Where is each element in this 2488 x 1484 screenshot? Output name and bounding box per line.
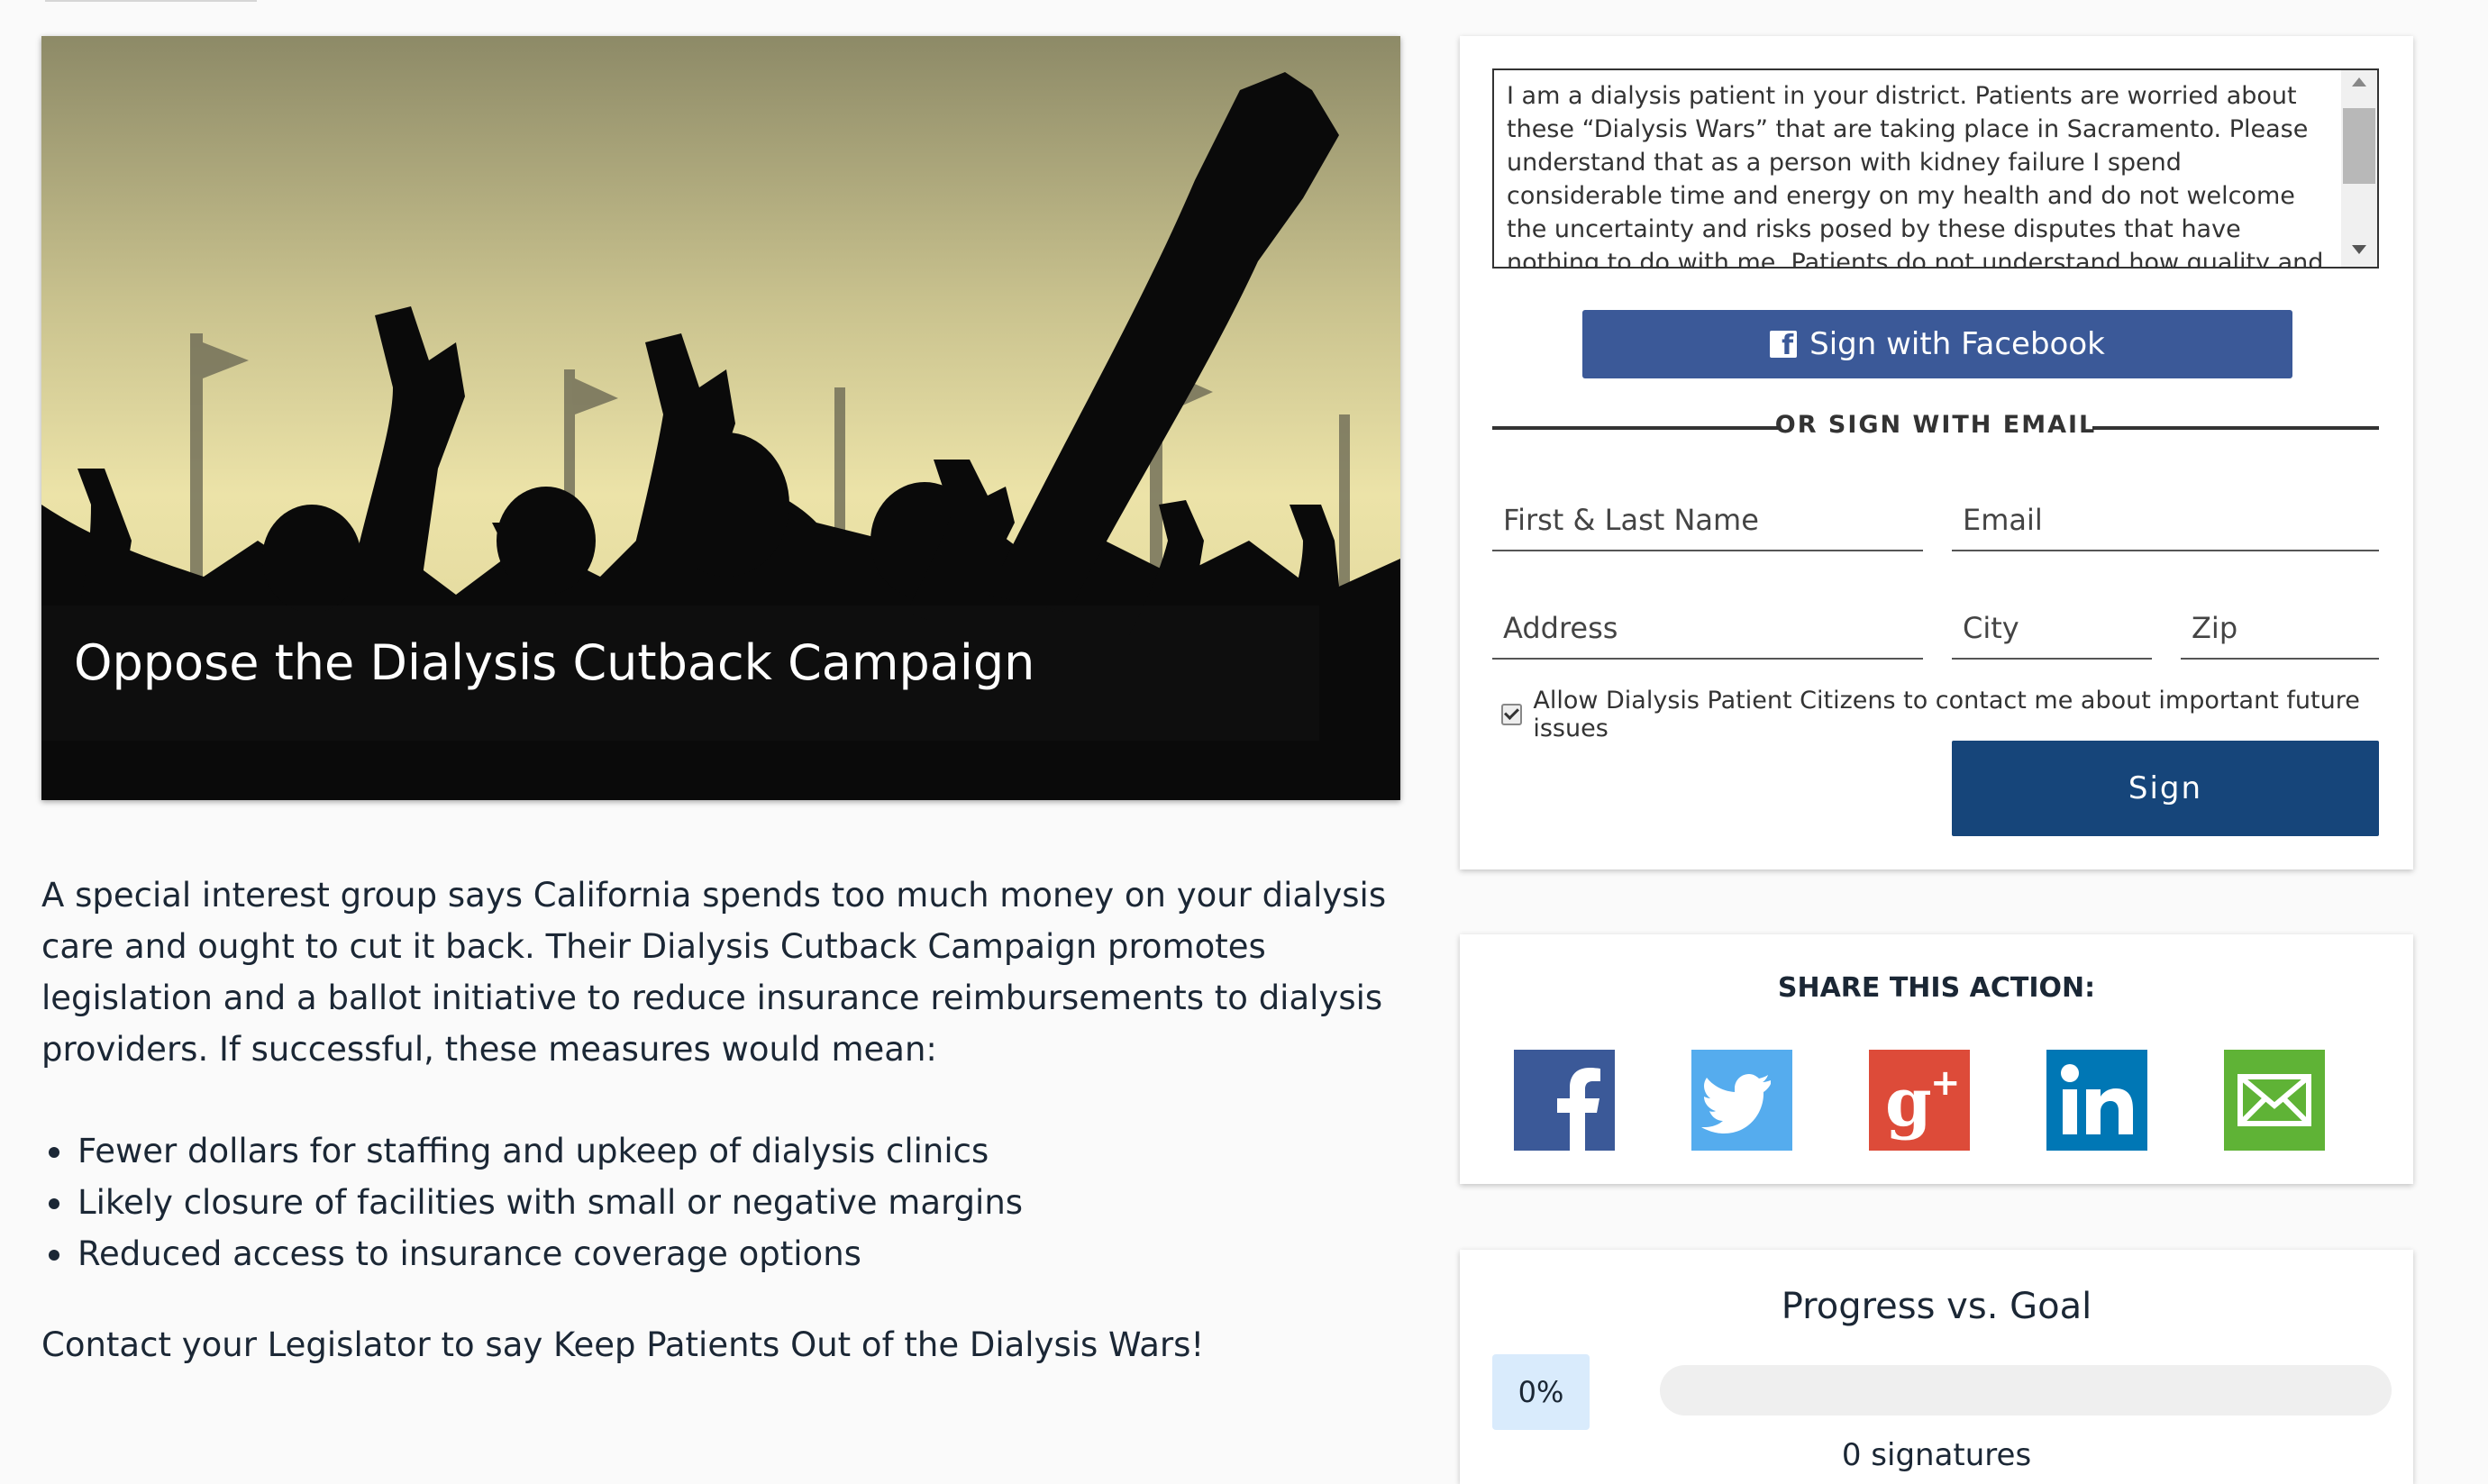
svg-text:g: g bbox=[1885, 1064, 1932, 1142]
name-field[interactable]: First & Last Name bbox=[1492, 497, 1923, 551]
divider-label: OR SIGN WITH EMAIL bbox=[1774, 411, 2097, 439]
hero-image: Oppose the Dialysis Cutback Campaign bbox=[41, 36, 1400, 800]
address-placeholder: Address bbox=[1503, 611, 1618, 645]
signature-count: 0 signatures bbox=[1841, 1437, 2032, 1473]
consent-label: Allow Dialysis Patient Citizens to conta… bbox=[1533, 687, 2360, 742]
twitter-icon[interactable] bbox=[1691, 1050, 1792, 1151]
list-item: Reduced access to insurance coverage opt… bbox=[41, 1228, 1429, 1279]
campaign-title: Oppose the Dialysis Cutback Campaign bbox=[74, 634, 1035, 691]
consent-checkbox[interactable] bbox=[1501, 704, 1523, 725]
zip-field[interactable]: Zip bbox=[2181, 605, 2379, 660]
scroll-down-arrow-icon[interactable] bbox=[2352, 245, 2366, 254]
impact-list: Fewer dollars for staffing and upkeep of… bbox=[41, 1125, 1429, 1279]
city-field[interactable]: City bbox=[1952, 605, 2152, 660]
letter-text: I am a dialysis patient in your district… bbox=[1507, 82, 2324, 269]
city-placeholder: City bbox=[1963, 611, 2019, 645]
share-card: SHARE THIS ACTION: g + bbox=[1460, 934, 2413, 1184]
list-item: Fewer dollars for staffing and upkeep of… bbox=[41, 1125, 1429, 1177]
consent-row: Allow Dialysis Patient Citizens to conta… bbox=[1501, 687, 2413, 742]
list-item: Likely closure of facilities with small … bbox=[41, 1177, 1429, 1228]
top-nav-stub bbox=[45, 0, 257, 2]
svg-text:+: + bbox=[1930, 1062, 1961, 1104]
facebook-icon[interactable] bbox=[1514, 1050, 1615, 1151]
sign-button[interactable]: Sign bbox=[1952, 741, 2379, 836]
email-field[interactable]: Email bbox=[1952, 497, 2379, 551]
progress-title: Progress vs. Goal bbox=[1781, 1286, 2092, 1327]
share-title: SHARE THIS ACTION: bbox=[1777, 972, 2096, 1004]
facebook-button-label: Sign with Facebook bbox=[1809, 326, 2105, 362]
facebook-icon: f bbox=[1770, 331, 1798, 360]
letter-textarea[interactable]: I am a dialysis patient in your district… bbox=[1492, 68, 2379, 269]
article-body: A special interest group says California… bbox=[41, 869, 1429, 1370]
scroll-up-arrow-icon[interactable] bbox=[2352, 77, 2366, 86]
sign-with-facebook-button[interactable]: f Sign with Facebook bbox=[1582, 310, 2292, 378]
zip-placeholder: Zip bbox=[2192, 611, 2238, 645]
google-plus-icon[interactable]: g + bbox=[1869, 1050, 1970, 1151]
progress-bar bbox=[1660, 1365, 2392, 1416]
name-placeholder: First & Last Name bbox=[1503, 503, 1759, 537]
article-intro: A special interest group says California… bbox=[41, 876, 1387, 1069]
progress-card: Progress vs. Goal 0% 0 signatures bbox=[1460, 1250, 2413, 1484]
hero-caption-band: Oppose the Dialysis Cutback Campaign bbox=[41, 605, 1319, 741]
or-divider: OR SIGN WITH EMAIL bbox=[1492, 409, 2379, 445]
letter-scrollbar[interactable] bbox=[2341, 70, 2377, 267]
email-icon[interactable] bbox=[2224, 1050, 2325, 1151]
sign-button-label: Sign bbox=[2128, 770, 2203, 806]
scroll-thumb[interactable] bbox=[2343, 108, 2375, 184]
progress-percent-badge: 0% bbox=[1492, 1354, 1590, 1430]
call-to-action: Contact your Legislator to say Keep Pati… bbox=[41, 1325, 1205, 1364]
sign-petition-card: I am a dialysis patient in your district… bbox=[1460, 36, 2413, 869]
email-placeholder: Email bbox=[1963, 503, 2043, 537]
linkedin-icon[interactable] bbox=[2046, 1050, 2147, 1151]
address-field[interactable]: Address bbox=[1492, 605, 1923, 660]
